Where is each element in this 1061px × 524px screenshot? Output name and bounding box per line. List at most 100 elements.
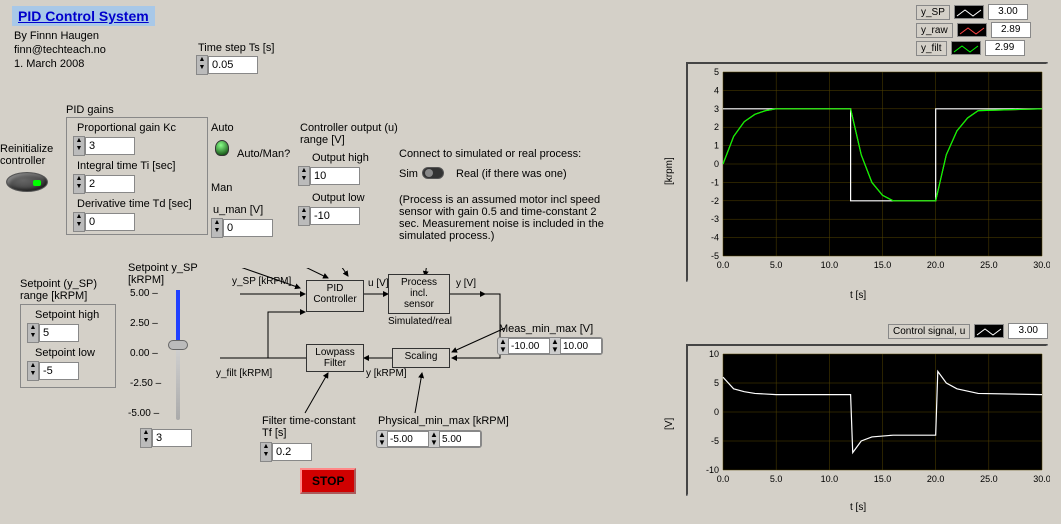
splow-field[interactable]: ▲▼	[27, 361, 79, 381]
ti-field[interactable]: ▲▼	[73, 174, 135, 194]
chart2[interactable]: -10-505100.05.010.015.020.025.030.0	[686, 344, 1048, 496]
uman-field[interactable]: ▲▼	[211, 218, 273, 238]
filter-block: Lowpass Filter	[306, 344, 364, 372]
uman-input[interactable]	[223, 219, 273, 237]
stepper-icon[interactable]: ▲▼	[211, 218, 223, 238]
author-label: By Finnn Haugen	[14, 30, 99, 42]
measmin-input[interactable]	[508, 338, 550, 354]
process-block: Process incl. sensor	[388, 274, 450, 314]
spval-field[interactable]: ▲▼	[140, 428, 192, 448]
stepper-icon[interactable]: ▲▼	[73, 136, 85, 156]
ti-input[interactable]	[85, 175, 135, 193]
simreal-switch[interactable]	[422, 167, 444, 179]
chart2-svg: -10-505100.05.010.015.020.025.030.0	[688, 346, 1050, 498]
automan-toggle[interactable]	[215, 140, 229, 156]
svg-text:10.0: 10.0	[821, 474, 839, 484]
auto-label: Auto	[211, 122, 234, 134]
uhigh-field[interactable]: ▲▼	[298, 166, 360, 186]
sphigh-label: Setpoint high	[35, 309, 99, 321]
svg-text:10: 10	[709, 349, 719, 359]
sp-slider[interactable]	[162, 290, 180, 420]
splow-label: Setpoint low	[35, 347, 95, 359]
stepper-icon[interactable]: ▲▼	[260, 442, 272, 462]
physmin-input[interactable]	[387, 431, 429, 447]
measmax-input[interactable]	[560, 338, 602, 354]
chart1-legend: y_SP 3.00 y_raw 2.89 y_filt 2.99	[916, 4, 1031, 56]
y-sig: y [V]	[456, 278, 476, 289]
reinit-button[interactable]	[6, 172, 48, 192]
sl-min: -5.00 –	[128, 408, 159, 419]
timestep-label: Time step Ts [s]	[198, 42, 274, 54]
spslider-label: Setpoint y_SP [kRPM]	[128, 262, 198, 286]
filtertc-field[interactable]: ▲▼	[260, 442, 312, 462]
measminmax-label: Meas_min_max [V]	[499, 323, 593, 335]
real-label: Real (if there was one)	[456, 168, 567, 180]
stepper-icon[interactable]: ▲▼	[140, 428, 152, 448]
stepper-icon[interactable]: ▲▼	[298, 166, 310, 186]
u-sig: u [V]	[368, 278, 389, 289]
legend-value: 2.89	[991, 22, 1031, 38]
chart1-svg: -5-4-3-2-10123450.05.010.015.020.025.030…	[688, 64, 1050, 284]
splow-input[interactable]	[39, 362, 79, 380]
svg-text:15.0: 15.0	[874, 474, 892, 484]
date-label: 1. March 2008	[14, 58, 84, 70]
pid-block: PID Controller	[306, 280, 364, 312]
kc-input[interactable]	[85, 137, 135, 155]
yk-sig: y [kRPM]	[366, 368, 407, 379]
svg-text:5.0: 5.0	[770, 260, 783, 270]
uhigh-input[interactable]	[310, 167, 360, 185]
reinit-label: Reinitialize controller	[0, 143, 53, 167]
td-input[interactable]	[85, 213, 135, 231]
measminmax-field[interactable]: ▲▼ ▲▼	[497, 337, 603, 355]
td-label: Derivative time Td [sec]	[77, 198, 192, 210]
chart2-xlabel: t [s]	[850, 502, 866, 513]
legend-value: 3.00	[988, 4, 1028, 20]
filtertc-input[interactable]	[272, 443, 312, 461]
stepper-icon[interactable]: ▲▼	[196, 55, 208, 75]
sphigh-field[interactable]: ▲▼	[27, 323, 79, 343]
pidgains-label: PID gains	[66, 104, 114, 116]
stop-button[interactable]: STOP	[300, 468, 356, 494]
svg-text:25.0: 25.0	[980, 260, 998, 270]
svg-text:-4: -4	[711, 233, 719, 243]
kc-field[interactable]: ▲▼	[73, 136, 135, 156]
stepper-icon[interactable]: ▲▼	[27, 323, 39, 343]
ulow-field[interactable]: ▲▼	[298, 206, 360, 226]
stepper-icon[interactable]: ▲▼	[73, 212, 85, 232]
legend-row: y_filt 2.99	[916, 40, 1031, 56]
sl-max: 5.00 –	[130, 288, 158, 299]
uhigh-label: Output high	[312, 152, 369, 164]
svg-text:-1: -1	[711, 177, 719, 187]
legend-name: y_SP	[916, 5, 950, 20]
scaling-block: Scaling	[392, 348, 450, 368]
physminmax-field[interactable]: ▲▼ ▲▼	[376, 430, 482, 448]
kc-label: Proportional gain Kc	[77, 122, 176, 134]
svg-text:0.0: 0.0	[717, 474, 730, 484]
spval-input[interactable]	[152, 429, 192, 447]
td-field[interactable]: ▲▼	[73, 212, 135, 232]
physmax-input[interactable]	[439, 431, 481, 447]
svg-text:25.0: 25.0	[980, 474, 998, 484]
svg-text:5: 5	[714, 378, 719, 388]
page-title: PID Control System	[12, 6, 155, 26]
svg-text:-5: -5	[711, 436, 719, 446]
svg-text:1: 1	[714, 141, 719, 151]
pidgains-group: Proportional gain Kc ▲▼ Integral time Ti…	[66, 117, 208, 235]
chart1[interactable]: -5-4-3-2-10123450.05.010.015.020.025.030…	[686, 62, 1048, 282]
simreal-block-label: Simulated/real	[388, 316, 452, 327]
stepper-icon[interactable]: ▲▼	[298, 206, 310, 226]
ulow-input[interactable]	[310, 207, 360, 225]
svg-text:0.0: 0.0	[717, 260, 730, 270]
chart2-ylabel: [V]	[664, 418, 675, 430]
timestep-field[interactable]: ▲▼	[196, 55, 258, 75]
sprange-group: Setpoint high ▲▼ Setpoint low ▲▼	[20, 304, 116, 388]
sphigh-input[interactable]	[39, 324, 79, 342]
timestep-input[interactable]	[208, 56, 258, 74]
uman-label: u_man [V]	[213, 204, 263, 216]
svg-text:30.0: 30.0	[1033, 474, 1050, 484]
stepper-icon[interactable]: ▲▼	[73, 174, 85, 194]
legend-row: y_SP 3.00	[916, 4, 1031, 20]
stepper-icon[interactable]: ▲▼	[27, 361, 39, 381]
connect-label: Connect to simulated or real process:	[399, 148, 581, 160]
svg-text:0: 0	[714, 407, 719, 417]
